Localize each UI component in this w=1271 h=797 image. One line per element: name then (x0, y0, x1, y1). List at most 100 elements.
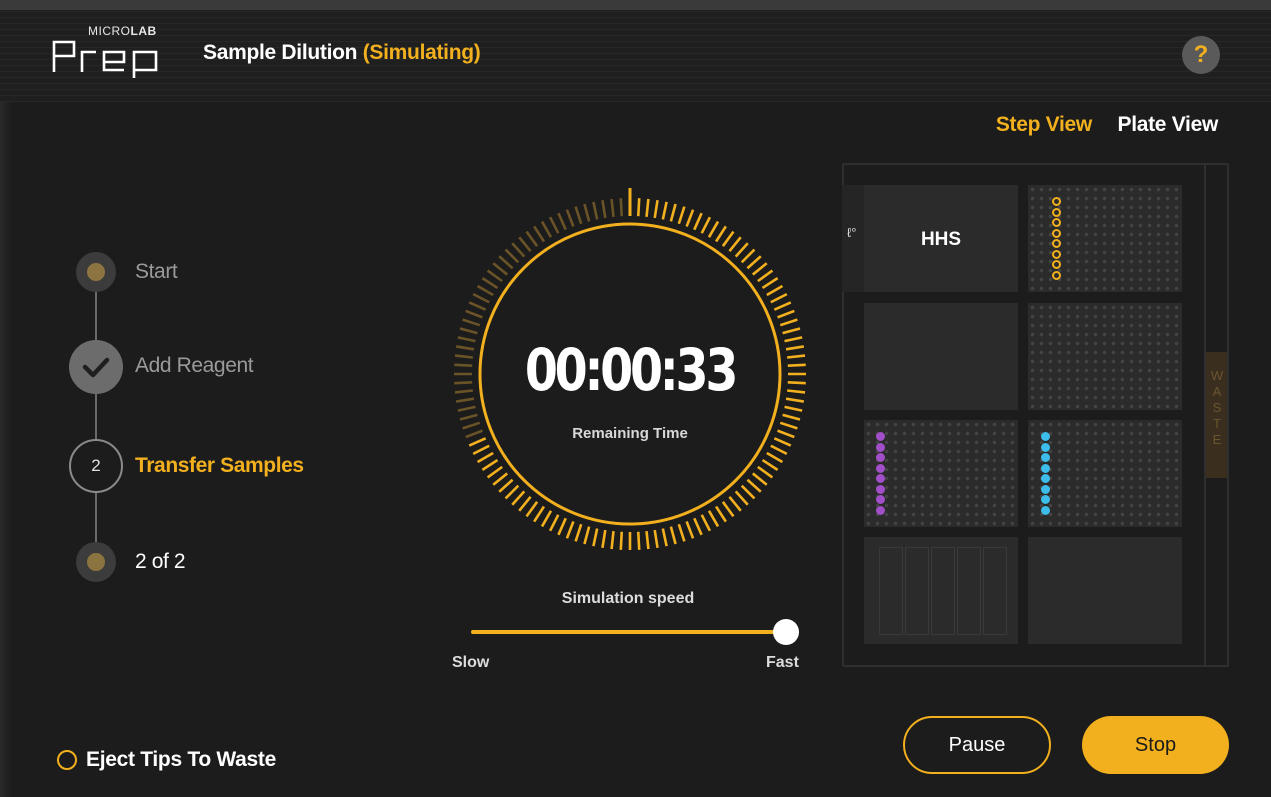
timer-tick (455, 345, 475, 351)
stop-button[interactable]: Stop (1082, 716, 1229, 774)
timer-tick (486, 269, 503, 283)
timer-tick (468, 301, 487, 311)
timer-tick (492, 262, 509, 276)
deck-position-empty[interactable] (864, 303, 1018, 410)
timer-tick (773, 301, 792, 311)
timer-tick (751, 262, 768, 276)
timer-tick (476, 451, 494, 464)
timer-tick (492, 472, 509, 486)
timer-tick (693, 212, 703, 231)
timer-tick (785, 345, 805, 351)
plate-well (876, 463, 885, 473)
eject-tips-option[interactable]: Eject Tips To Waste (57, 747, 276, 773)
radio-ring-icon[interactable] (57, 750, 77, 770)
simulation-speed-slider[interactable] (471, 630, 789, 634)
simulating-status: (Simulating) (362, 41, 481, 64)
timer-tick (779, 318, 798, 327)
remaining-time-label: Remaining Time (572, 425, 688, 442)
step-label: 2 of 2 (135, 550, 186, 573)
timer-tick (721, 230, 735, 247)
remaining-time-value: 00:00:33 (524, 336, 739, 404)
waste-label: WASTE (1209, 368, 1225, 448)
trough (983, 547, 1007, 635)
timer-tick (787, 380, 806, 385)
timer-tick (786, 389, 806, 394)
timer-tick (574, 206, 583, 225)
step-item-add-reagent: Add Reagent (68, 340, 388, 396)
slider-thumb[interactable] (773, 619, 799, 645)
plate-well (1041, 474, 1050, 483)
timer-tick (782, 327, 801, 335)
timer-tick (601, 199, 607, 219)
plate-well (1052, 218, 1061, 227)
timer-tick (481, 458, 499, 471)
step-label: Start (135, 260, 178, 283)
timer-tick (707, 510, 720, 528)
plate-well (1041, 463, 1050, 473)
timer-tick (653, 529, 659, 549)
thermometer-icon: ℓ° (847, 225, 857, 240)
trough (905, 547, 929, 635)
deck-position-empty[interactable] (1028, 537, 1182, 644)
countdown-timer: 00:00:33 Remaining Time (444, 188, 816, 560)
timer-tick (583, 526, 591, 545)
timer-tick (700, 216, 712, 234)
header-bar: MICROLAB Sample Dilution (Simulating) ? (0, 10, 1271, 102)
timer-tick (728, 236, 742, 253)
plate-well (1041, 453, 1050, 462)
timer-tick (454, 389, 474, 394)
timer-tick (574, 523, 583, 542)
hhs-label: HHS (920, 229, 962, 250)
timer-tick (677, 206, 686, 225)
timer-tick (770, 444, 788, 456)
microlab-prep-logo: MICROLAB (52, 24, 172, 84)
plate-well (1041, 432, 1050, 441)
timer-tick (533, 225, 546, 243)
timer-tick (734, 242, 749, 258)
timer-tick (766, 451, 784, 464)
step-item-transfer-samples: 2 Transfer Samples (68, 439, 388, 495)
tab-plate-view[interactable]: Plate View (1117, 113, 1218, 136)
timer-tick (707, 220, 720, 238)
deck-position-plate[interactable] (1028, 303, 1182, 410)
timer-tick (457, 336, 476, 343)
plate-well (876, 474, 885, 483)
help-icon: ? (1193, 41, 1209, 68)
timer-tick (636, 531, 641, 550)
timer-tick (661, 201, 668, 220)
step-item-2-of-2: 2 of 2 (68, 542, 388, 598)
deck-position-hhs[interactable]: HHS (864, 185, 1018, 292)
tab-step-view[interactable]: Step View (996, 113, 1092, 136)
trough (879, 547, 903, 635)
timer-tick (454, 354, 474, 359)
trough (957, 547, 981, 635)
timer-tick (511, 490, 526, 506)
deck-position-plate-blue[interactable] (1028, 420, 1182, 527)
simulation-speed-label: Simulation speed (561, 590, 695, 607)
slow-label: Slow (452, 654, 490, 671)
timer-tick (761, 277, 779, 290)
timer-tick (592, 201, 599, 220)
deck-position-reservoir[interactable] (864, 537, 1018, 644)
deck-position-plate-purple[interactable] (864, 420, 1018, 527)
plate-well (1052, 239, 1061, 248)
timer-tick (669, 526, 677, 545)
timer-tick (619, 531, 624, 550)
timer-tick (548, 514, 560, 532)
help-button[interactable]: ? (1182, 36, 1220, 74)
timer-tick (669, 203, 677, 222)
pause-button[interactable]: Pause (903, 716, 1051, 774)
plate-well (876, 484, 885, 494)
step-dot-icon (76, 252, 116, 292)
timer-tick (457, 405, 476, 412)
plate-well (876, 453, 885, 462)
timer-tick (476, 284, 494, 297)
deck-position-plate-yellow[interactable] (1028, 185, 1182, 292)
step-number-badge: 2 (69, 439, 123, 493)
timer-tick (454, 380, 473, 385)
plate-well (1052, 228, 1061, 238)
left-edge-decoration (0, 10, 12, 797)
timer-tick (454, 363, 473, 368)
timer-tick (751, 472, 768, 486)
reservoir-troughs (879, 547, 1007, 635)
